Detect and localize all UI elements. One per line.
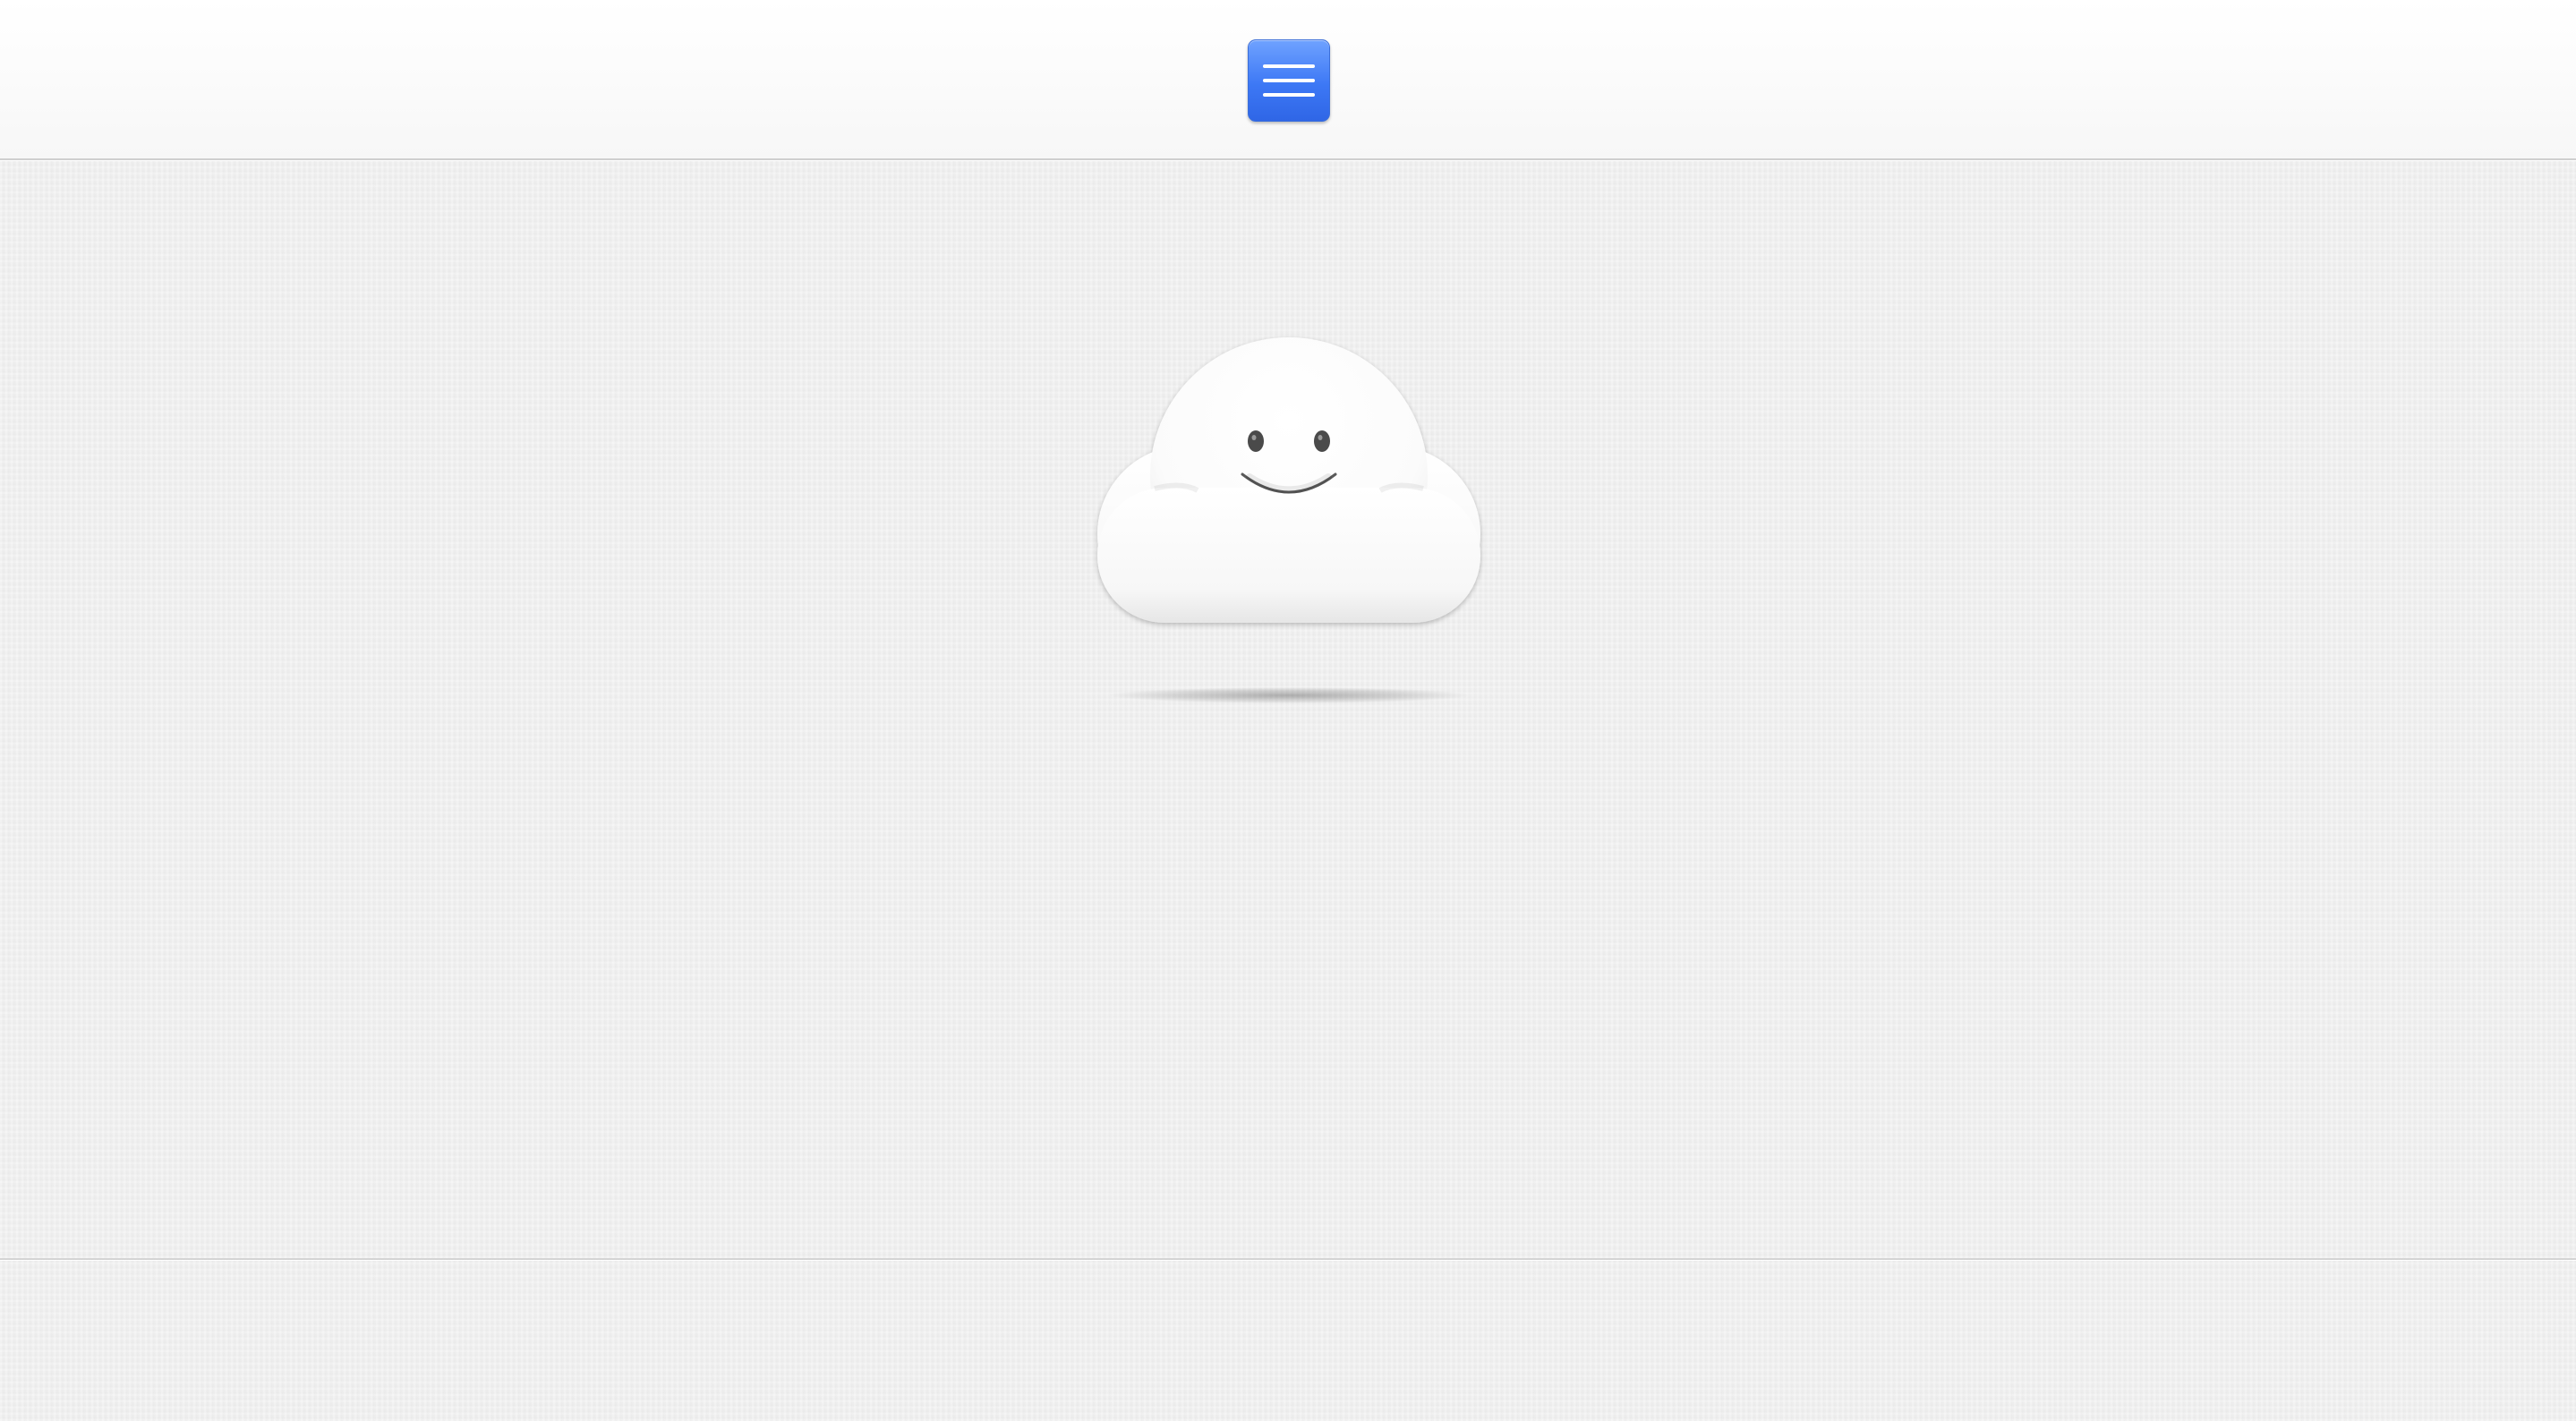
footer-divider bbox=[0, 1258, 2576, 1260]
hamburger-menu-icon bbox=[1263, 64, 1315, 68]
menu-button[interactable] bbox=[1248, 39, 1330, 122]
hamburger-menu-icon-line bbox=[1263, 79, 1315, 82]
smiling-cloud-icon bbox=[1092, 331, 1486, 725]
hamburger-menu-icon-line bbox=[1263, 93, 1315, 97]
top-bar bbox=[0, 0, 2576, 160]
